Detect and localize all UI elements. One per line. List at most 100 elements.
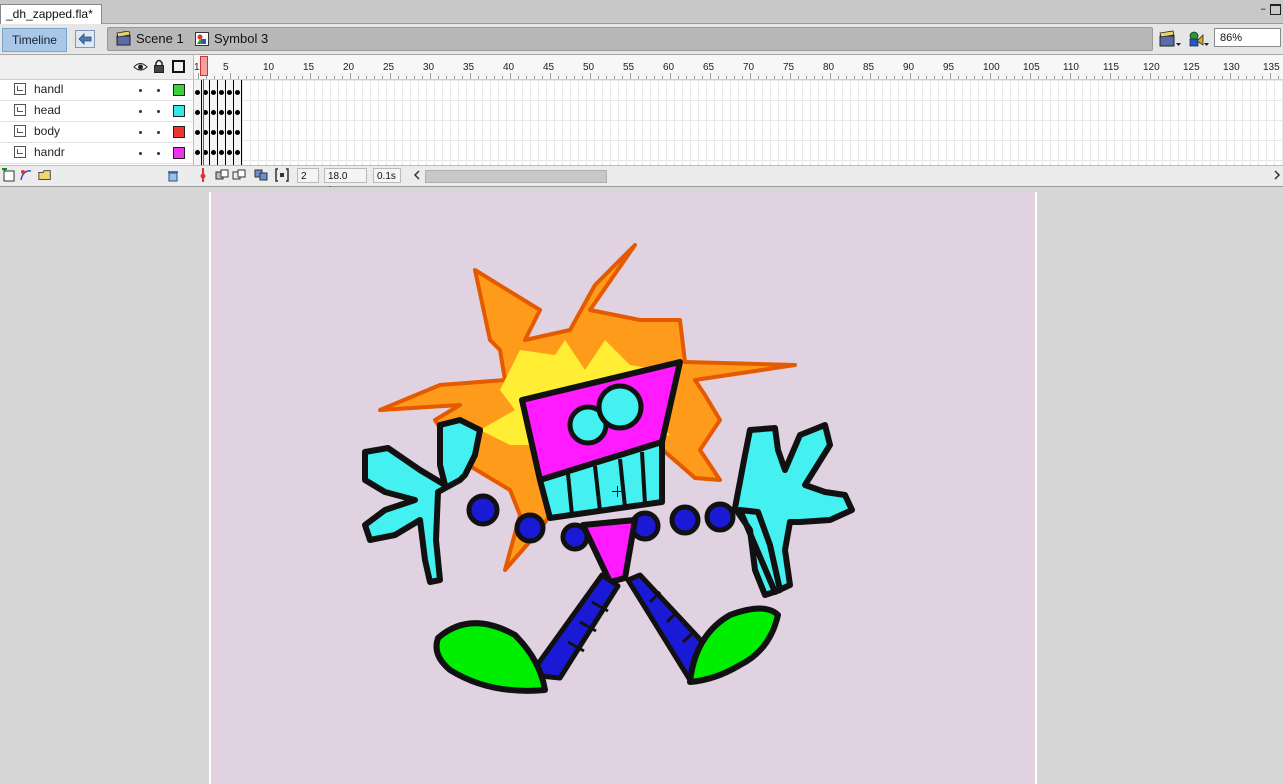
keyframe[interactable] [226, 80, 234, 100]
keyframe[interactable] [234, 140, 242, 160]
ruler-tick [1150, 73, 1151, 79]
ruler-label: 65 [703, 62, 715, 73]
layer-lock-toggle[interactable] [157, 152, 160, 155]
layer-visibility-toggle[interactable] [139, 110, 142, 113]
frame-row-head[interactable] [194, 100, 242, 120]
maximize-icon[interactable] [1270, 4, 1281, 15]
new-folder-icon[interactable] [38, 168, 52, 182]
layer-row-handr[interactable]: handr [0, 143, 193, 164]
layer-lock-toggle[interactable] [157, 110, 160, 113]
delete-layer-icon[interactable] [166, 168, 180, 182]
keyframe[interactable] [226, 100, 234, 120]
keyframe[interactable] [234, 100, 242, 120]
ruler-tick [958, 76, 959, 79]
layer-visibility-toggle[interactable] [139, 89, 142, 92]
onion-skin-outlines-icon[interactable] [232, 168, 246, 182]
keyframe[interactable] [194, 80, 202, 100]
layer-name: body [34, 124, 61, 138]
keyframe[interactable] [194, 140, 202, 160]
outline-icon[interactable] [172, 60, 185, 73]
edit-multiple-frames-icon[interactable] [254, 168, 268, 182]
timeline-toggle-button[interactable]: Timeline [2, 28, 67, 52]
zapped-robot-artwork[interactable] [340, 230, 880, 710]
keyframe[interactable] [218, 100, 226, 120]
ruler-tick [678, 76, 679, 79]
eye-icon[interactable] [133, 61, 148, 73]
ruler-tick [550, 73, 551, 79]
right-hand [732, 422, 855, 598]
keyframe[interactable] [226, 120, 234, 140]
ruler-tick [590, 73, 591, 79]
keyframe[interactable] [226, 140, 234, 160]
layer-row-handl[interactable]: handl [0, 80, 193, 101]
edit-symbols-button[interactable] [1186, 29, 1210, 49]
keyframe[interactable] [234, 80, 242, 100]
lock-icon[interactable] [153, 59, 165, 73]
layer-row-head[interactable]: head [0, 101, 193, 122]
layer-outline-color[interactable] [173, 84, 185, 96]
ruler-tick [646, 76, 647, 79]
keyframe[interactable] [218, 80, 226, 100]
playhead[interactable] [200, 56, 208, 76]
keyframe[interactable] [210, 100, 218, 120]
keyframe[interactable] [218, 140, 226, 160]
layer-visibility-toggle[interactable] [139, 152, 142, 155]
layer-outline-color[interactable] [173, 147, 185, 159]
layer-lock-toggle[interactable] [157, 89, 160, 92]
frame-ruler[interactable]: 1 5 10 15 20 25 30 35 40 45 50 55 60 65 70 75 80 85 90 95 10… [194, 55, 1283, 80]
ruler-tick [294, 76, 295, 79]
frame-rate-field[interactable]: 18.0 fps [324, 168, 367, 197]
document-tab[interactable]: _dh_zapped.fla* [0, 4, 102, 24]
zoom-select[interactable]: 86% [1214, 28, 1281, 47]
playhead-line [203, 79, 204, 175]
ruler-tick [1030, 73, 1031, 79]
ruler-tick [630, 73, 631, 79]
onion-skin-icon[interactable] [215, 168, 229, 182]
add-motion-guide-icon[interactable] [19, 168, 33, 182]
back-button[interactable] [75, 30, 95, 48]
layer-list: handlheadbodyhandrlegs [0, 80, 194, 165]
keyframe[interactable] [194, 100, 202, 120]
ruler-tick [798, 76, 799, 79]
ruler-label: 115 [1103, 62, 1119, 73]
ruler-tick [310, 73, 311, 79]
keyframe[interactable] [194, 120, 202, 140]
keyframe[interactable] [210, 80, 218, 100]
layer-row-body[interactable]: body [0, 122, 193, 143]
frame-row-handl[interactable] [194, 80, 242, 100]
ruler-tick [398, 76, 399, 79]
edit-scene-button[interactable] [1158, 29, 1182, 49]
ruler-tick [638, 76, 639, 79]
registration-point-icon [612, 486, 623, 497]
layer-visibility-toggle[interactable] [139, 131, 142, 134]
ruler-tick [1046, 76, 1047, 79]
layer-icon [14, 83, 26, 95]
keyframe[interactable] [210, 140, 218, 160]
ruler-tick [406, 76, 407, 79]
ruler-tick [998, 76, 999, 79]
keyframe[interactable] [210, 120, 218, 140]
center-frame-icon[interactable] [196, 168, 210, 182]
minimize-icon[interactable]: – [1261, 3, 1267, 14]
new-layer-icon[interactable] [1, 168, 15, 182]
frame-row-body[interactable] [194, 120, 242, 140]
layer-lock-toggle[interactable] [157, 131, 160, 134]
layer-outline-color[interactable] [173, 105, 185, 117]
ruler-tick [1230, 73, 1231, 79]
ruler-label: 75 [783, 62, 795, 73]
scroll-left-icon[interactable] [410, 168, 424, 182]
frames-grid[interactable] [194, 80, 1283, 165]
modify-onion-markers-icon[interactable] [275, 168, 289, 182]
keyframe[interactable] [234, 120, 242, 140]
layer-outline-color[interactable] [173, 126, 185, 138]
frame-row-handr[interactable] [194, 140, 242, 160]
timeline-scrollbar[interactable] [425, 170, 607, 183]
ruler-tick [366, 76, 367, 79]
breadcrumb-scene-1[interactable]: Scene 1 [116, 28, 184, 50]
ruler-label: 20 [343, 62, 355, 73]
scroll-right-icon[interactable] [1270, 168, 1283, 182]
keyframe[interactable] [218, 120, 226, 140]
ruler-tick [390, 73, 391, 79]
ruler-tick [830, 73, 831, 79]
breadcrumb-symbol-3[interactable]: Symbol 3 [195, 28, 268, 50]
